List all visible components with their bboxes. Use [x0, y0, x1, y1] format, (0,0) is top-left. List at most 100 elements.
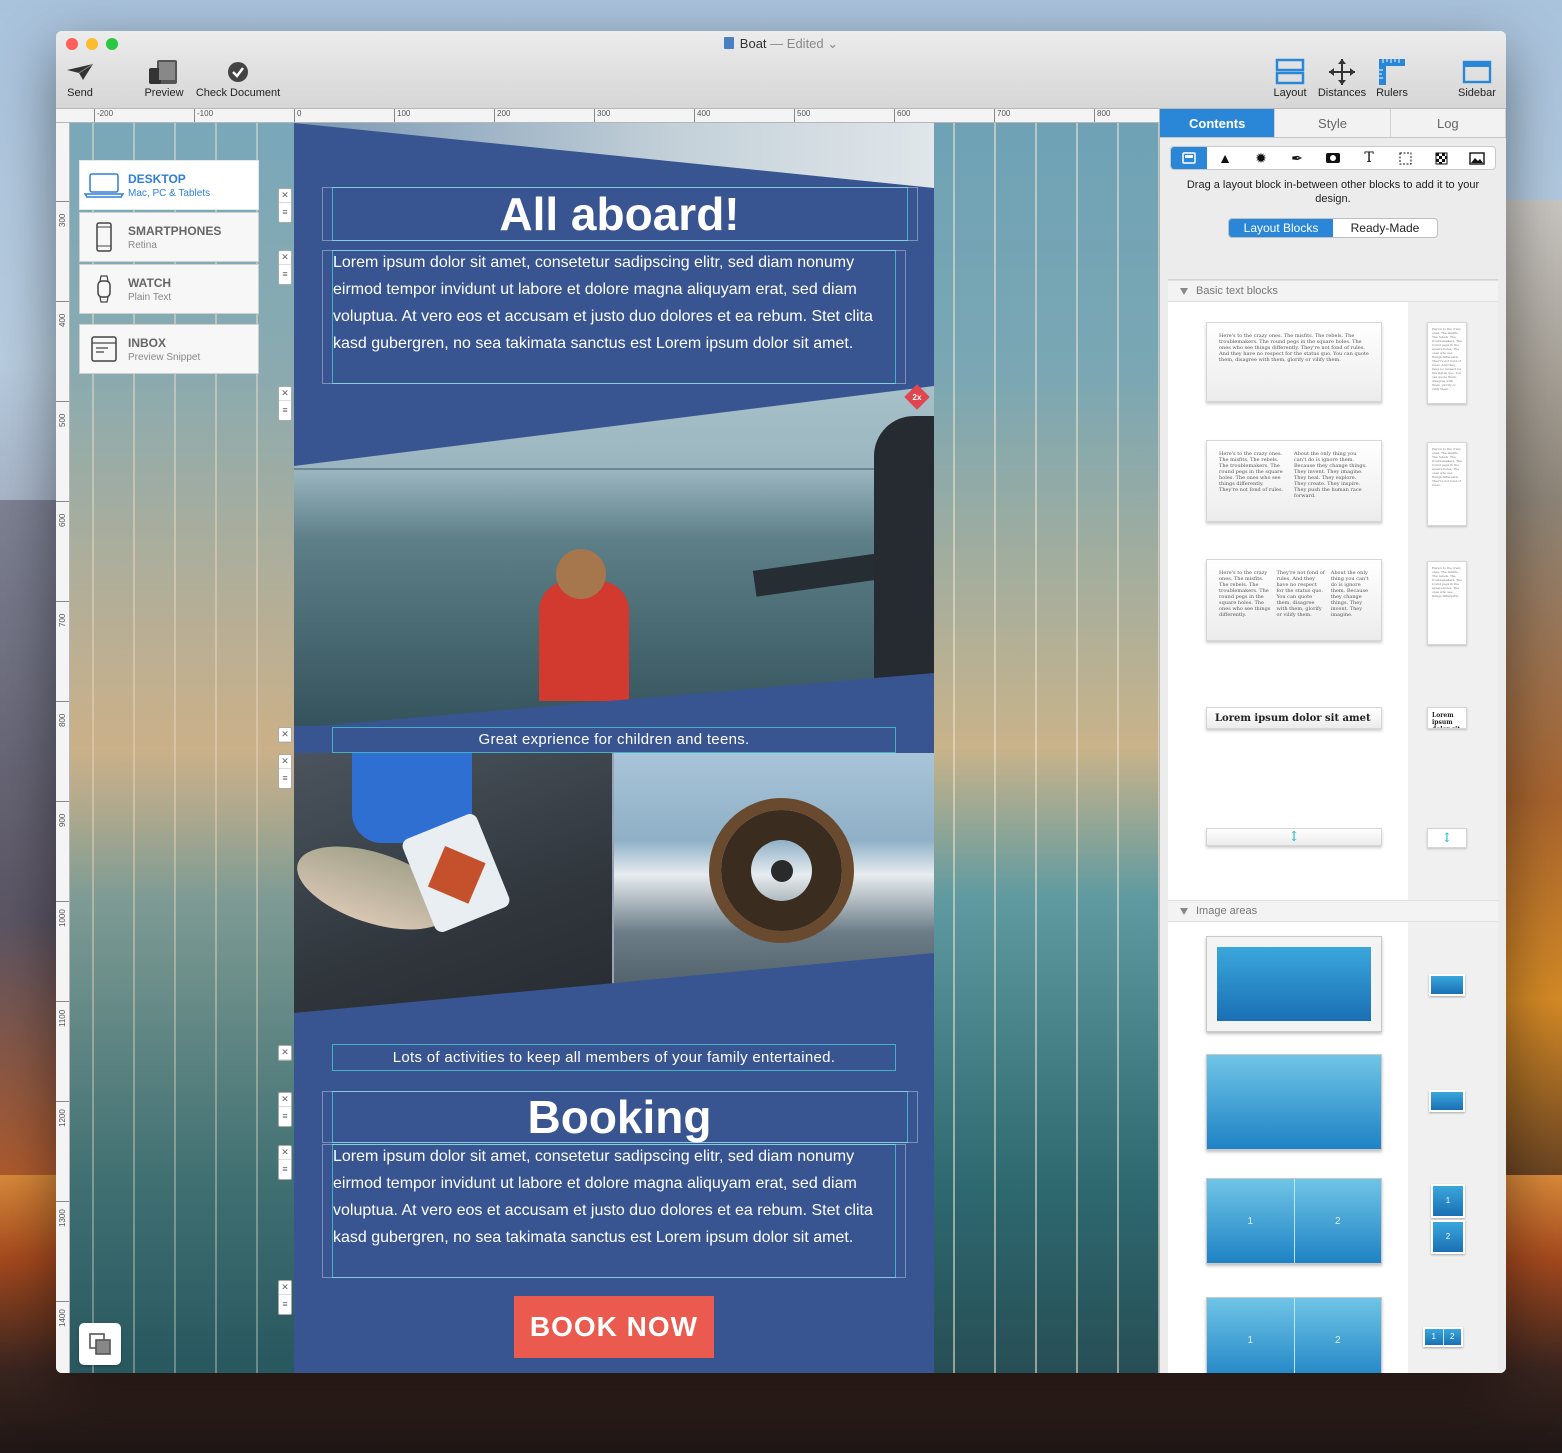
- horizon: [294, 468, 934, 470]
- shape-icon[interactable]: ▲: [1207, 147, 1243, 169]
- app-window: Boat — Edited ⌄ Send Preview Check Docum…: [56, 31, 1506, 1373]
- preview-button[interactable]: Preview: [140, 57, 188, 99]
- tab-log[interactable]: Log: [1390, 109, 1506, 137]
- heading-all-aboard[interactable]: All aboard!: [333, 188, 906, 240]
- text-block-three-columns-mobile[interactable]: Here's to the crazy ones. The misfits. T…: [1427, 561, 1467, 645]
- photo-bottom-diagonal: [294, 673, 934, 728]
- selection-icon[interactable]: [1387, 147, 1423, 169]
- paragraph-booking[interactable]: Lorem ipsum dolor sit amet, consetetur s…: [333, 1143, 895, 1251]
- block-library[interactable]: Basic text blocks Here's to the crazy on…: [1168, 279, 1498, 1373]
- segment-ready-made[interactable]: Ready-Made: [1333, 219, 1437, 237]
- sidebar-tabs: Contents Style Log: [1160, 109, 1506, 138]
- text-block-two-columns-mobile[interactable]: Here's to the crazy ones. The misfits. T…: [1427, 442, 1467, 526]
- sidebar-button[interactable]: Sidebar: [1452, 57, 1502, 99]
- pattern-icon[interactable]: [1423, 147, 1459, 169]
- image-area-two-columns-alt-mobile[interactable]: 1 2: [1423, 1327, 1463, 1347]
- section-basic-text-blocks[interactable]: Basic text blocks: [1168, 280, 1498, 302]
- layers-toggle-button[interactable]: [79, 1323, 121, 1365]
- image-area-two-columns[interactable]: 1 2: [1206, 1178, 1382, 1264]
- text-block-one-column-mobile[interactable]: Here's to the crazy ones. The misfits. T…: [1427, 322, 1467, 404]
- paragraph-intro[interactable]: Lorem ipsum dolor sit amet, consetetur s…: [333, 249, 895, 357]
- vertical-ruler[interactable]: 300 400 500 600 700 800 900 1000 1100 12…: [56, 123, 70, 1373]
- content-type-bar: ▲ ✹ ✒ T: [1170, 146, 1496, 170]
- heading-booking[interactable]: Booking: [333, 1091, 906, 1143]
- image-area-framed[interactable]: [1206, 936, 1382, 1032]
- layout-block-icon[interactable]: [1171, 147, 1207, 169]
- rulers-button[interactable]: Rulers: [1372, 57, 1412, 99]
- check-document-button[interactable]: Check Document: [192, 57, 284, 99]
- ruler-tick: 1400: [56, 1301, 69, 1327]
- sidebar-icon: [1452, 57, 1502, 87]
- drag-handle-icon: ≡: [282, 207, 288, 217]
- ruler-tick: -100: [194, 109, 213, 122]
- drag-handle-icon: ≡: [282, 1299, 288, 1309]
- design-canvas[interactable]: DESKTOP Mac, PC & Tablets SMARTPHONES Reti…: [70, 123, 1159, 1373]
- block-handle[interactable]: ✕ ≡: [278, 1145, 292, 1180]
- ruler-tick: 100: [394, 109, 410, 122]
- video-icon[interactable]: [1315, 147, 1351, 169]
- device-desktop[interactable]: DESKTOP Mac, PC & Tablets: [79, 160, 259, 210]
- remove-block-icon: ✕: [279, 1281, 291, 1295]
- image-area-two-columns-alt[interactable]: 1 2: [1206, 1297, 1382, 1373]
- layout-button[interactable]: Layout: [1268, 57, 1312, 99]
- ruler-tick: -200: [94, 109, 113, 122]
- thumb-text: Here's to the crazy ones. The misfits. T…: [1432, 447, 1462, 487]
- block-handle[interactable]: ✕: [278, 727, 292, 743]
- image-area-framed-mobile[interactable]: [1429, 974, 1465, 996]
- device-watch[interactable]: WATCH Plain Text: [79, 264, 259, 314]
- book-now-button[interactable]: BOOK NOW: [514, 1296, 714, 1358]
- pen-icon[interactable]: ✒: [1279, 147, 1315, 169]
- image-icon[interactable]: [1459, 147, 1495, 169]
- text-block-two-columns[interactable]: Here's to the crazy ones. The misfits. T…: [1206, 440, 1382, 522]
- block-handle[interactable]: ✕ ≡: [278, 250, 292, 285]
- block-handle[interactable]: ✕: [278, 1045, 292, 1061]
- tab-contents[interactable]: Contents: [1160, 109, 1276, 137]
- caption-activities[interactable]: Lots of activities to keep all members o…: [333, 1049, 895, 1066]
- send-button[interactable]: Send: [62, 57, 98, 99]
- block-handle[interactable]: ✕ ≡: [278, 386, 292, 421]
- text-block-heading-mobile[interactable]: Lorem ipsum dolor sit amet: [1427, 707, 1467, 729]
- drag-handle-icon: ≡: [282, 1111, 288, 1121]
- image-area-two-columns-mobile-2[interactable]: 2: [1431, 1220, 1465, 1254]
- ruler-tick: 300: [56, 201, 69, 227]
- device-sub: Plain Text: [128, 291, 172, 303]
- drag-handle-icon: ≡: [282, 1164, 288, 1174]
- sidebar-label: Sidebar: [1458, 87, 1496, 99]
- device-smartphones[interactable]: SMARTPHONES Retina: [79, 212, 259, 262]
- thumb-text: Here's to the crazy ones. The misfits. T…: [1219, 451, 1284, 493]
- image-area-full[interactable]: [1206, 1054, 1382, 1150]
- remove-block-icon: ✕: [279, 251, 291, 265]
- text-block-three-columns[interactable]: Here's to the crazy ones. The misfits. T…: [1206, 559, 1382, 641]
- thumb-text: They're not fond of rules. And they have…: [1276, 570, 1325, 618]
- spacer-block-mobile[interactable]: ↕: [1427, 828, 1467, 848]
- ruler-tick: 600: [56, 501, 69, 527]
- email-document[interactable]: All aboard! Lorem ipsum dolor sit amet, …: [287, 123, 934, 1373]
- text-block-heading[interactable]: Lorem ipsum dolor sit amet: [1206, 707, 1382, 729]
- segment-layout-blocks[interactable]: Layout Blocks: [1229, 219, 1333, 237]
- device-sub: Preview Snippet: [128, 351, 201, 363]
- caption-children[interactable]: Great exprience for children and teens.: [333, 731, 895, 748]
- window-title[interactable]: Boat — Edited ⌄: [56, 36, 1506, 52]
- image-area-two-columns-mobile-1[interactable]: 1: [1431, 1184, 1465, 1218]
- text-block-one-column[interactable]: Here's to the crazy ones. The misfits. T…: [1206, 322, 1382, 402]
- drag-handle-icon: ≡: [282, 773, 288, 783]
- layout-icon: [1268, 57, 1312, 87]
- ruler-tick: 700: [56, 601, 69, 627]
- spacer-block[interactable]: ↕: [1206, 828, 1382, 846]
- section-image-areas[interactable]: Image areas: [1168, 900, 1498, 922]
- thumb-text: Here's to the crazy ones. The misfits. T…: [1432, 327, 1462, 391]
- block-handle[interactable]: ✕ ≡: [278, 188, 292, 223]
- badge-icon[interactable]: ✹: [1243, 147, 1279, 169]
- image-cell: 2: [1334, 1334, 1341, 1346]
- block-handle[interactable]: ✕ ≡: [278, 754, 292, 789]
- block-handle[interactable]: ✕ ≡: [278, 1280, 292, 1315]
- image-area-full-mobile[interactable]: [1429, 1090, 1465, 1112]
- photo-wheel-hub: [771, 860, 793, 882]
- check-document-label: Check Document: [195, 87, 281, 99]
- tab-style[interactable]: Style: [1275, 109, 1391, 137]
- distances-button[interactable]: Distances: [1314, 57, 1370, 99]
- block-handle[interactable]: ✕ ≡: [278, 1092, 292, 1127]
- horizontal-ruler[interactable]: -200 -100 0 100 200 300 400 500 600 700 …: [56, 109, 1159, 123]
- device-inbox[interactable]: INBOX Preview Snippet: [79, 324, 259, 374]
- text-icon[interactable]: T: [1351, 147, 1387, 169]
